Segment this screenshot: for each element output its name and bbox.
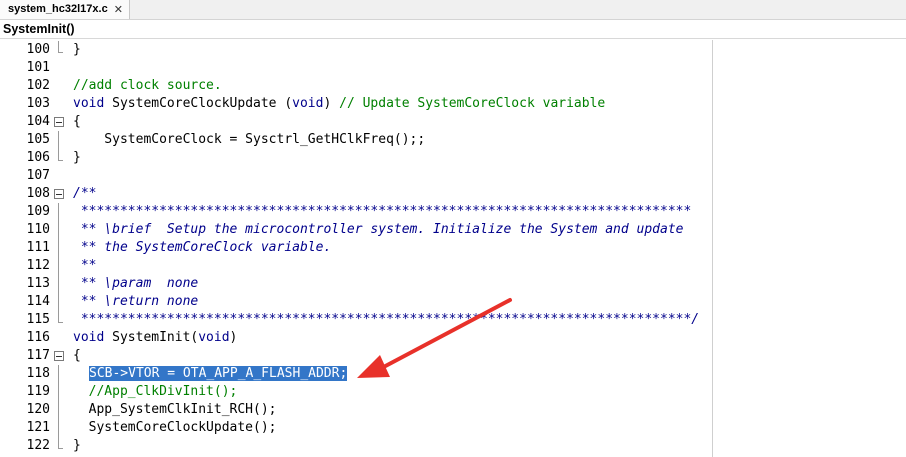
fold-end-marker [54, 149, 64, 167]
line-number: 105 [26, 132, 50, 147]
code-line: } [73, 150, 81, 165]
code-line: } [73, 438, 81, 453]
tab-system-hc32l17x[interactable]: system_hc32l17x.c ✕ [0, 0, 130, 19]
line-number: 122 [26, 438, 50, 453]
doc-comment-line: ** \param none [73, 276, 199, 291]
code-text: ) [323, 96, 340, 111]
code-text: ) [229, 330, 238, 345]
line-number: 112 [26, 258, 50, 273]
code-editor[interactable]: } //add clock source. void SystemCoreClo… [73, 40, 906, 457]
doc-comment-line: ** \return none [73, 294, 199, 309]
code-line: void SystemInit(void) [73, 329, 237, 347]
keyword: void [198, 330, 230, 345]
fold-line [54, 131, 64, 149]
selected-text[interactable]: SCB->VTOR = OTA_APP_A_FLASH_ADDR; [89, 366, 348, 381]
tab-bar: system_hc32l17x.c ✕ [0, 0, 906, 20]
code-comment: // Update SystemCoreClock variable [339, 96, 606, 111]
code-line: SystemCoreClock = Sysctrl_GetHClkFreq();… [73, 132, 426, 147]
doc-comment-line: ** the SystemCoreClock variable. [73, 240, 332, 255]
fold-line [54, 203, 64, 311]
line-number-gutter: 100 101 102 103 104 105 106 107 108 109 … [0, 40, 68, 457]
doc-comment-line: ** \brief Setup the microcontroller syst… [73, 222, 684, 237]
line-number: 110 [26, 222, 50, 237]
fold-collapse-icon[interactable] [54, 347, 64, 365]
line-number: 109 [26, 204, 50, 219]
tab-label: system_hc32l17x.c [8, 3, 108, 15]
function-selector-label: SystemInit() [3, 22, 75, 36]
fold-collapse-icon[interactable] [54, 113, 64, 131]
doc-comment-line: ****************************************… [73, 312, 700, 327]
keyword: void [292, 96, 324, 111]
line-number: 101 [26, 60, 50, 75]
fold-collapse-icon[interactable] [54, 185, 64, 203]
fold-end-marker [54, 437, 64, 455]
line-number: 106 [26, 150, 50, 165]
line-number: 100 [26, 42, 50, 57]
code-text: SystemCoreClockUpdate ( [104, 96, 293, 111]
line-number: 102 [26, 78, 50, 93]
line-number: 111 [26, 240, 50, 255]
line-number: 115 [26, 312, 50, 327]
keyword: void [73, 330, 105, 345]
doc-comment-line: /** [73, 186, 97, 201]
line-number: 108 [26, 186, 50, 201]
line-number: 113 [26, 276, 50, 291]
line-number: 117 [26, 348, 50, 363]
code-line: } [73, 42, 81, 57]
code-line-selected: SCB->VTOR = OTA_APP_A_FLASH_ADDR; [89, 365, 348, 383]
doc-comment-line: ****************************************… [73, 204, 692, 219]
close-icon[interactable]: ✕ [114, 0, 123, 19]
line-number: 103 [26, 96, 50, 111]
code-line-comment: //add clock source. [73, 78, 222, 93]
line-number: 116 [26, 330, 50, 345]
fold-end-marker [54, 311, 64, 329]
code-line: App_SystemClkInit_RCH(); [73, 402, 277, 417]
line-number: 121 [26, 420, 50, 435]
line-number: 120 [26, 402, 50, 417]
code-line: void SystemCoreClockUpdate (void) // Upd… [73, 95, 605, 113]
code-line: { [73, 114, 81, 129]
fold-line [54, 365, 64, 437]
code-line: { [73, 348, 81, 363]
doc-comment-line: ** [73, 258, 97, 273]
code-line: SystemCoreClockUpdate(); [73, 420, 277, 435]
code-text: SystemInit( [104, 330, 199, 345]
line-number: 107 [26, 168, 50, 183]
fold-end-marker [54, 41, 64, 59]
line-number: 104 [26, 114, 50, 129]
code-line-comment: //App_ClkDivInit(); [73, 384, 238, 399]
line-number: 114 [26, 294, 50, 309]
line-number: 118 [26, 366, 50, 381]
line-number: 119 [26, 384, 50, 399]
function-selector[interactable]: SystemInit() [0, 20, 906, 39]
keyword: void [73, 96, 105, 111]
